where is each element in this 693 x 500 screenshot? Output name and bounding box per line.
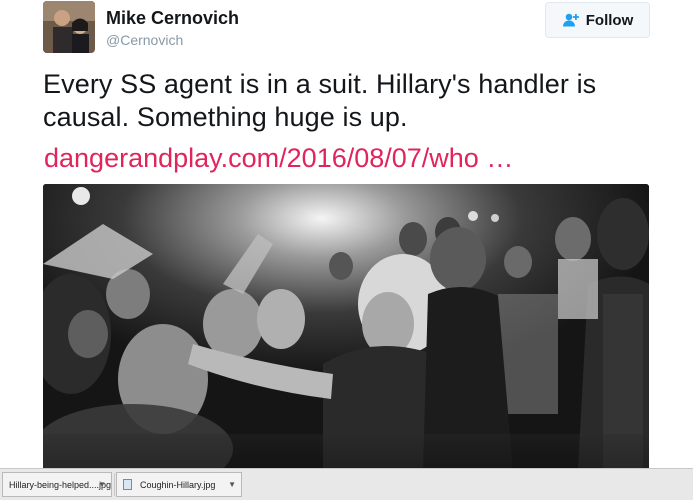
tweet-text: Every SS agent is in a suit. Hillary's h… (43, 69, 597, 132)
add-user-icon (562, 13, 580, 27)
avatar[interactable] (43, 1, 95, 53)
author-name[interactable]: Mike Cernovich (106, 8, 239, 29)
tweet-photo[interactable] (43, 184, 649, 470)
author-handle[interactable]: @Cernovich (106, 32, 183, 48)
chevron-down-icon[interactable]: ▼ (98, 480, 106, 489)
tweet-screenshot: Mike Cernovich @Cernovich Follow Every S… (0, 0, 693, 500)
download-item-label: Coughin-Hillary.jpg (140, 479, 216, 490)
avatar-image (43, 1, 95, 53)
divider (114, 473, 115, 496)
crowd-photo-image (43, 184, 649, 470)
tweet-link[interactable]: dangerandplay.com/2016/08/07/who … (44, 142, 513, 175)
follow-label: Follow (585, 11, 634, 29)
chevron-down-icon[interactable]: ▼ (228, 480, 236, 489)
download-item[interactable]: Hillary-being-helped....jpg ▼ (2, 472, 112, 497)
download-item[interactable]: Coughin-Hillary.jpg ▼ (116, 472, 242, 497)
follow-button[interactable]: Follow (545, 2, 650, 38)
file-icon (123, 479, 132, 490)
download-item-label: Hillary-being-helped....jpg (9, 479, 112, 490)
download-bar: Hillary-being-helped....jpg ▼ Coughin-Hi… (0, 468, 693, 500)
